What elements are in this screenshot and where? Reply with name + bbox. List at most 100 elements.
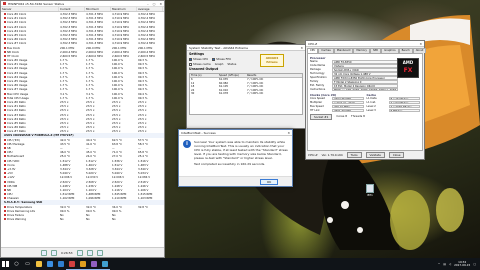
cpuz-footer: CPU-Z Ver. 1.79.0.x64 Tools Validate Clo… bbox=[306, 151, 424, 159]
sensor-maximum-cell: No bbox=[111, 217, 137, 221]
aida-stress-options: Stress CPU Stress FPU bbox=[187, 57, 305, 61]
clocks-cache-row: Clocks (Core #0) Core Speed 4702.35 MHz Mu… bbox=[310, 92, 420, 113]
field-row: Level 3 8 MBytes bbox=[367, 108, 420, 113]
hwinfo-toolbar: 0:26:53 bbox=[1, 247, 164, 257]
processor-fields: Name AMD FX-8350 Code Name Vishera Package So… bbox=[310, 60, 398, 92]
settings-button[interactable] bbox=[86, 249, 93, 256]
close-icon[interactable]: ✕ bbox=[159, 2, 162, 6]
network-icon[interactable]: ▤ bbox=[443, 262, 446, 266]
sensor-minimum-cell: No bbox=[85, 217, 111, 221]
col-average[interactable]: Average bbox=[137, 7, 163, 11]
sensor-icon bbox=[4, 197, 6, 200]
dialog-footer: OK bbox=[179, 176, 292, 186]
col-sensor[interactable]: Sensor bbox=[1, 7, 59, 11]
field-value: 8 MBytes bbox=[388, 108, 420, 113]
notifications-icon[interactable]: ▢ bbox=[473, 262, 476, 266]
sensor-icon bbox=[4, 205, 6, 208]
ok-button[interactable]: OK bbox=[260, 179, 278, 185]
dialog-body: i Success! Your system was able to maint… bbox=[179, 136, 292, 170]
socket-select[interactable]: Socket #1 bbox=[310, 113, 333, 120]
sensor-icon bbox=[4, 172, 6, 175]
tray-chevron-icon[interactable]: ^ bbox=[438, 262, 440, 266]
sensor-icon bbox=[4, 117, 6, 120]
sensor-icon bbox=[4, 126, 6, 129]
nav-right-button[interactable] bbox=[51, 249, 57, 256]
selection-row: Socket #1 Cores 8 Threads 8 bbox=[310, 113, 420, 120]
dialog-title: IntelBurnTest - Success bbox=[181, 130, 216, 135]
minimize-icon[interactable]: – bbox=[147, 2, 149, 6]
file-explorer-icon bbox=[35, 261, 42, 267]
maximize-icon[interactable]: ▢ bbox=[153, 2, 156, 6]
task-view-icon[interactable]: ▭ bbox=[22, 258, 33, 270]
aida64-stability-window[interactable]: System Stability Test - AIDA64 Extreme ✕… bbox=[186, 44, 306, 129]
threads-count: Threads 8 bbox=[350, 113, 365, 118]
col-maximum[interactable]: Maximum bbox=[111, 7, 137, 11]
stress-cache-checkbox[interactable]: Stress cache bbox=[189, 62, 211, 66]
sensor-row[interactable]: Drive Warning No No No bbox=[1, 217, 164, 221]
nav-left-button[interactable] bbox=[41, 249, 47, 256]
store-app[interactable] bbox=[55, 258, 66, 270]
sensor-icon bbox=[4, 54, 6, 57]
close-icon[interactable]: ✕ bbox=[419, 42, 424, 46]
result-status: 7 / 100% OK bbox=[247, 92, 264, 95]
sensor-icon bbox=[4, 159, 6, 162]
sensor-icon bbox=[4, 42, 6, 45]
stress-fpu-checkbox[interactable]: Stress FPU bbox=[212, 57, 231, 61]
hwinfo-sensor-window[interactable]: HWiNFO64 v5.50-3160 Sensor Status – ▢ ✕ … bbox=[0, 0, 165, 258]
aida-results-table[interactable]: Time (s) Speed (GFlops) Results 6 61.035 7… bbox=[189, 73, 303, 115]
col-minimum[interactable]: Minimum bbox=[85, 7, 111, 11]
graph-tab[interactable]: Graph bbox=[215, 62, 224, 66]
hwinfo-app[interactable] bbox=[66, 258, 77, 270]
table-row[interactable]: 30 61.078 7 / 100% OK bbox=[190, 92, 302, 96]
close-button[interactable]: Close bbox=[388, 152, 405, 158]
sensor-icon bbox=[4, 29, 6, 32]
close-sensors-button[interactable] bbox=[96, 249, 103, 256]
sensor-icon bbox=[4, 138, 6, 141]
edge-browser-app[interactable] bbox=[44, 258, 55, 270]
sensor-icon bbox=[4, 109, 6, 112]
file-explorer-app[interactable] bbox=[33, 258, 44, 270]
intelburntest-success-dialog[interactable]: IntelBurnTest - Success ✕ i Success! You… bbox=[178, 129, 293, 187]
cpuz-app[interactable] bbox=[88, 258, 99, 270]
intelburntest-app[interactable] bbox=[99, 258, 110, 270]
search-icon[interactable]: ○ bbox=[11, 258, 22, 270]
sensor-icon bbox=[4, 71, 6, 74]
logo-subtext: Extreme bbox=[266, 61, 278, 64]
sensor-icon bbox=[4, 113, 6, 116]
sensor-current: No bbox=[60, 217, 64, 222]
start-button[interactable] bbox=[0, 258, 11, 270]
sensor-icon bbox=[4, 147, 6, 149]
sensor-icon bbox=[4, 155, 6, 158]
sensor-name-cell: Drive Warning bbox=[1, 217, 59, 221]
sensor-icon bbox=[4, 88, 6, 91]
validate-button[interactable]: Validate bbox=[365, 152, 385, 158]
system-tray: ^ ▤ ◁ 19:32 2017-09-15 ▢ bbox=[438, 260, 480, 268]
field-row: HT Link 2601.30 MHz bbox=[310, 108, 364, 113]
reset-clock-button[interactable] bbox=[76, 249, 83, 256]
col-current[interactable]: Current bbox=[59, 7, 85, 11]
desktop-shortcut-ibt[interactable]: IBTv bbox=[363, 184, 377, 197]
sensor-icon bbox=[4, 33, 6, 36]
cache-section: Cache L1 Data 8 x 16 KBytes L1 Inst. 4 x 64… bbox=[367, 92, 420, 113]
intelburntest-icon bbox=[101, 260, 108, 267]
sensor-icon bbox=[4, 218, 6, 221]
volume-icon[interactable]: ◁ bbox=[449, 262, 451, 266]
result-speed: 61.078 bbox=[219, 92, 229, 95]
stress-cpu-checkbox[interactable]: Stress CPU bbox=[189, 57, 208, 61]
sensor-icon bbox=[4, 167, 6, 170]
clocks-section: Clocks (Core #0) Core Speed 4702.35 MHz Mu… bbox=[310, 92, 364, 113]
status-tab[interactable]: Status bbox=[227, 62, 236, 66]
info-icon: i bbox=[183, 140, 191, 148]
tools-button[interactable]: Tools bbox=[346, 152, 362, 158]
sensor-icon bbox=[4, 50, 6, 53]
clock[interactable]: 19:32 2017-09-15 bbox=[454, 260, 470, 268]
result-time: 30 bbox=[191, 92, 195, 95]
cpuz-window[interactable]: CPU-Z ✕ CPU Caches Mainboard Memory SPD Graph… bbox=[305, 40, 427, 160]
sensor-icon bbox=[4, 176, 6, 179]
close-icon[interactable]: ✕ bbox=[287, 131, 292, 135]
col-time: Time (s) bbox=[191, 74, 202, 77]
logo-text: AMD bbox=[402, 60, 414, 65]
aida-app[interactable] bbox=[77, 258, 88, 270]
sensor-icon bbox=[4, 80, 6, 82]
sensor-current-cell: No bbox=[59, 217, 85, 221]
